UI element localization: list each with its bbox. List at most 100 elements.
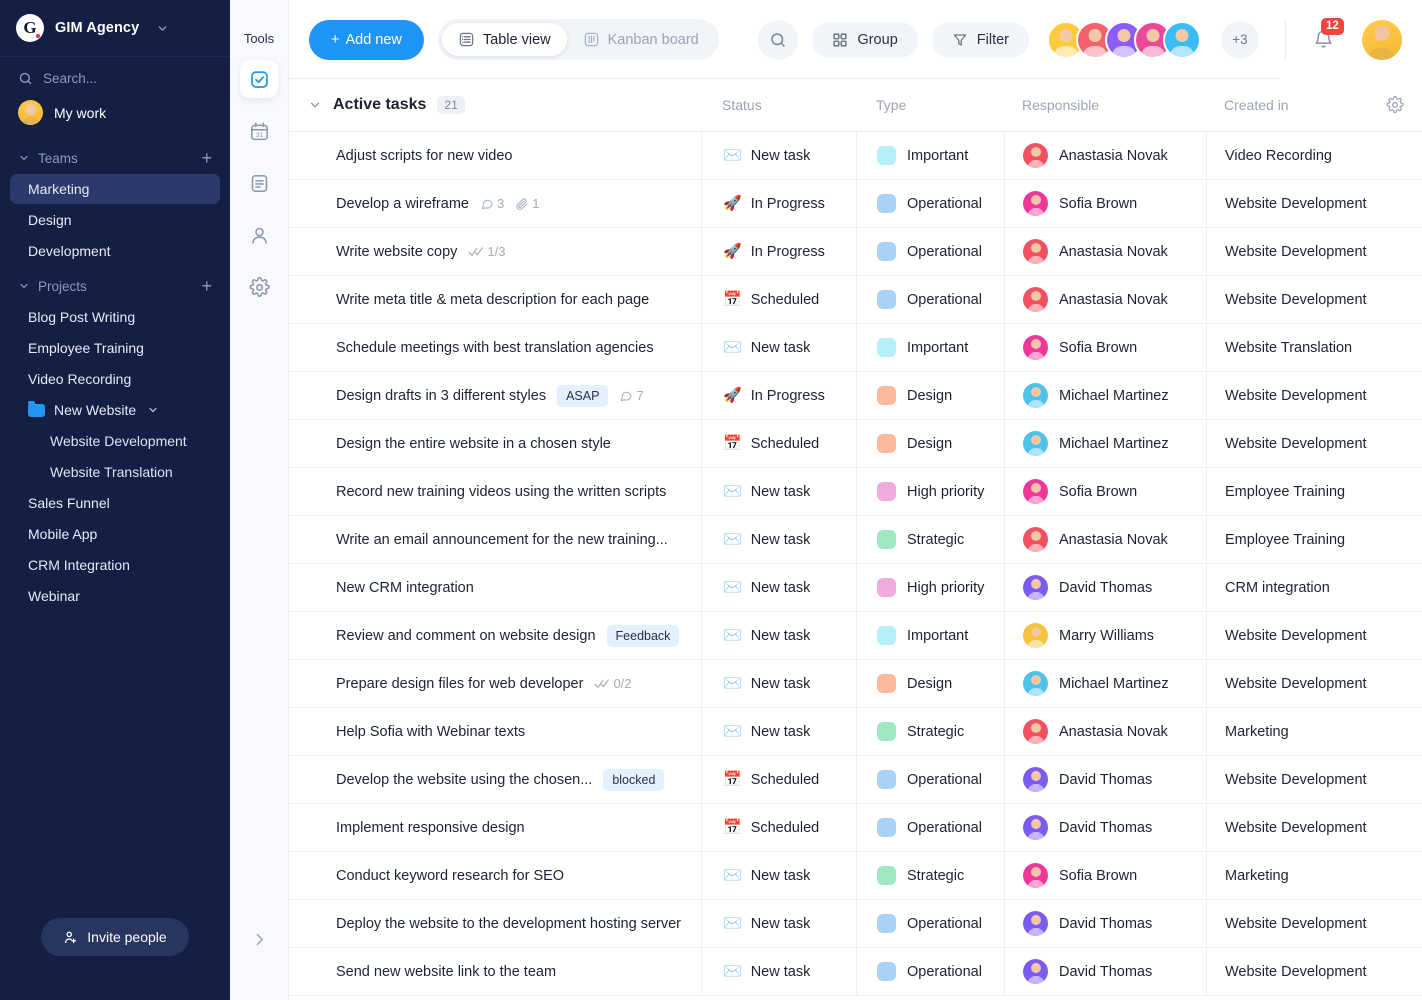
created-in-cell[interactable]: Marketing xyxy=(1206,852,1422,899)
sidebar-item-website-development[interactable]: Website Development xyxy=(10,426,220,456)
type-cell[interactable]: Operational xyxy=(856,804,1004,851)
chevron-down-icon[interactable] xyxy=(147,404,159,416)
responsible-cell[interactable]: Sofia Brown xyxy=(1004,324,1206,371)
responsible-cell[interactable]: Michael Martinez xyxy=(1004,420,1206,467)
task-name-cell[interactable]: Help Sofia with Webinar texts xyxy=(289,708,701,755)
chevron-down-icon[interactable] xyxy=(18,280,30,292)
add-project-button[interactable]: + xyxy=(201,277,212,295)
contacts-icon[interactable] xyxy=(240,216,278,254)
sidebar-item-crm-integration[interactable]: CRM Integration xyxy=(10,550,220,580)
table-row[interactable]: New CRM integration ✉️ New task High priori… xyxy=(289,564,1422,612)
responsible-cell[interactable]: Sofia Brown xyxy=(1004,852,1206,899)
created-in-cell[interactable]: Website Development xyxy=(1206,420,1422,467)
task-name-cell[interactable]: Prepare design files for web developer 0/… xyxy=(289,660,701,707)
created-in-cell[interactable]: Video Recording xyxy=(1206,132,1422,179)
task-name-cell[interactable]: Deploy the website to the development ho… xyxy=(289,900,701,947)
task-name-cell[interactable]: Review and comment on website design Feed… xyxy=(289,612,701,659)
type-cell[interactable]: High priority xyxy=(856,564,1004,611)
chevron-down-icon[interactable] xyxy=(308,98,322,112)
type-cell[interactable]: Design xyxy=(856,372,1004,419)
table-row[interactable]: Schedule meetings with best translation … xyxy=(289,324,1422,372)
created-in-cell[interactable]: Website Translation xyxy=(1206,324,1422,371)
current-user-avatar[interactable] xyxy=(1362,19,1402,60)
table-row[interactable]: Write an email announcement for the new … xyxy=(289,516,1422,564)
table-row[interactable]: Develop a wireframe 3 1 🚀 In Progress Operati… xyxy=(289,180,1422,228)
responsible-cell[interactable]: Anastasia Novak xyxy=(1004,516,1206,563)
status-cell[interactable]: ✉️ New task xyxy=(701,948,856,995)
column-header-status[interactable]: Status xyxy=(701,97,856,113)
task-name-cell[interactable]: Design drafts in 3 different styles ASAP 7 xyxy=(289,372,701,419)
responsible-cell[interactable]: David Thomas xyxy=(1004,900,1206,947)
task-badge[interactable]: Feedback xyxy=(606,624,680,647)
task-badge[interactable]: ASAP xyxy=(557,384,609,407)
type-cell[interactable]: Strategic xyxy=(856,708,1004,755)
type-cell[interactable]: Strategic xyxy=(856,516,1004,563)
created-in-cell[interactable]: Website Development xyxy=(1206,756,1422,803)
tab-table-view[interactable]: Table view xyxy=(441,23,567,56)
status-cell[interactable]: 📅 Scheduled xyxy=(701,276,856,323)
created-in-cell[interactable]: Website Development xyxy=(1206,276,1422,323)
responsible-cell[interactable]: Sofia Brown xyxy=(1004,468,1206,515)
column-header-created-in[interactable]: Created in xyxy=(1206,97,1289,113)
status-cell[interactable]: 🚀 In Progress xyxy=(701,180,856,227)
avatar-overflow-count[interactable]: +3 xyxy=(1221,20,1259,59)
sidebar-item-video-recording[interactable]: Video Recording xyxy=(10,364,220,394)
group-title-cell[interactable]: Active tasks 21 xyxy=(289,96,701,114)
table-row[interactable]: Write meta title & meta description for … xyxy=(289,276,1422,324)
type-cell[interactable]: High priority xyxy=(856,468,1004,515)
table-row[interactable]: Design drafts in 3 different styles ASAP 7… xyxy=(289,372,1422,420)
calendar-icon[interactable]: 31 xyxy=(240,112,278,150)
task-name-cell[interactable]: Develop the website using the chosen... b… xyxy=(289,756,701,803)
table-row[interactable]: Record new training videos using the wri… xyxy=(289,468,1422,516)
bell-icon[interactable]: 12 xyxy=(1308,17,1344,55)
document-icon[interactable] xyxy=(240,164,278,202)
created-in-cell[interactable]: Marketing xyxy=(1206,708,1422,755)
type-cell[interactable]: Strategic xyxy=(856,852,1004,899)
type-cell[interactable]: Operational xyxy=(856,276,1004,323)
search-icon[interactable] xyxy=(758,19,799,60)
created-in-cell[interactable]: CRM integration xyxy=(1206,564,1422,611)
created-in-cell[interactable]: Website Development xyxy=(1206,612,1422,659)
add-new-button[interactable]: + Add new xyxy=(309,19,424,60)
teams-section-header[interactable]: Teams + xyxy=(0,139,230,173)
created-in-cell[interactable]: Website Development xyxy=(1206,804,1422,851)
responsible-cell[interactable]: Sofia Brown xyxy=(1004,180,1206,227)
created-in-cell[interactable]: Website Development xyxy=(1206,180,1422,227)
created-in-cell[interactable]: Website Development xyxy=(1206,228,1422,275)
created-in-cell[interactable]: Website Development xyxy=(1206,660,1422,707)
responsible-cell[interactable]: Michael Martinez xyxy=(1004,372,1206,419)
tab-kanban-board[interactable]: Kanban board xyxy=(567,23,715,56)
status-cell[interactable]: 📅 Scheduled xyxy=(701,756,856,803)
column-header-responsible[interactable]: Responsible xyxy=(1004,97,1206,113)
table-row[interactable]: Write website copy 1/3 🚀 In Progress Operati… xyxy=(289,228,1422,276)
table-row[interactable]: Develop the website using the chosen... b… xyxy=(289,756,1422,804)
status-cell[interactable]: ✉️ New task xyxy=(701,468,856,515)
column-header-type[interactable]: Type xyxy=(856,97,1004,113)
sidebar-item-development[interactable]: Development xyxy=(10,236,220,266)
sidebar-item-employee-training[interactable]: Employee Training xyxy=(10,333,220,363)
gear-icon[interactable] xyxy=(1386,96,1422,114)
task-badge[interactable]: blocked xyxy=(603,768,665,791)
task-name-cell[interactable]: Send new website link to the team xyxy=(289,948,701,995)
task-name-cell[interactable]: Adjust scripts for new video xyxy=(289,132,701,179)
type-cell[interactable]: Operational xyxy=(856,948,1004,995)
table-row[interactable]: Conduct keyword research for SEO ✉️ New ta… xyxy=(289,852,1422,900)
type-cell[interactable]: Important xyxy=(856,132,1004,179)
type-cell[interactable]: Design xyxy=(856,420,1004,467)
task-name-cell[interactable]: Conduct keyword research for SEO xyxy=(289,852,701,899)
responsible-cell[interactable]: Michael Martinez xyxy=(1004,660,1206,707)
sidebar-item-marketing[interactable]: Marketing xyxy=(10,174,220,204)
invite-people-button[interactable]: Invite people xyxy=(41,918,189,956)
task-name-cell[interactable]: Write website copy 1/3 xyxy=(289,228,701,275)
sidebar-item-webinar[interactable]: Webinar xyxy=(10,581,220,611)
responsible-cell[interactable]: Anastasia Novak xyxy=(1004,132,1206,179)
type-cell[interactable]: Important xyxy=(856,612,1004,659)
status-cell[interactable]: ✉️ New task xyxy=(701,132,856,179)
created-in-cell[interactable]: Website Development xyxy=(1206,900,1422,947)
sidebar-item-my-work[interactable]: My work xyxy=(0,92,230,139)
chevron-right-icon[interactable] xyxy=(230,931,289,948)
created-in-cell[interactable]: Employee Training xyxy=(1206,468,1422,515)
table-row[interactable]: Help Sofia with Webinar texts ✉️ New task S… xyxy=(289,708,1422,756)
filter-button[interactable]: Filter xyxy=(931,21,1029,58)
status-cell[interactable]: ✉️ New task xyxy=(701,516,856,563)
